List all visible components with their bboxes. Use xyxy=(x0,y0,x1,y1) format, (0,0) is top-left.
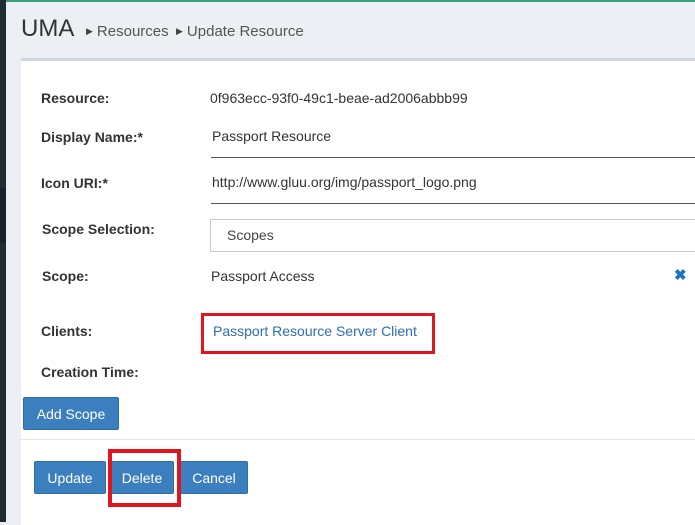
breadcrumb-label: Update Resource xyxy=(186,23,304,40)
icon-uri-label: Icon URI:* xyxy=(41,175,108,191)
resource-form-card: Resource: 0f963ecc-93f0-49c1-beae-ad2006… xyxy=(21,58,695,525)
cancel-button[interactable]: Cancel xyxy=(180,461,248,494)
caret-right-icon: ▶ xyxy=(86,26,93,36)
clients-highlight: Passport Resource Server Client xyxy=(201,313,435,354)
icon-uri-field[interactable]: http://www.gluu.org/img/passport_logo.pn… xyxy=(211,163,695,204)
client-link[interactable]: Passport Resource Server Client xyxy=(213,323,417,339)
form-divider xyxy=(21,439,695,440)
clients-label: Clients: xyxy=(41,323,93,339)
delete-highlight xyxy=(108,449,181,507)
add-scope-button[interactable]: Add Scope xyxy=(23,397,119,430)
scope-selection-select[interactable]: Scopes xyxy=(210,219,695,252)
display-name-field[interactable]: Passport Resource xyxy=(211,117,695,158)
content-header: UMA ▶ Resources ▶ Update Resource xyxy=(6,2,695,58)
breadcrumb-resources[interactable]: ▶ Resources xyxy=(86,23,169,40)
display-name-label: Display Name:* xyxy=(41,129,143,145)
scope-value: Passport Access xyxy=(211,268,315,284)
sidebar-edge xyxy=(0,0,6,522)
caret-right-icon: ▶ xyxy=(176,26,183,36)
icon-uri-value: http://www.gluu.org/img/passport_logo.pn… xyxy=(212,174,477,190)
scope-selection-value: Scopes xyxy=(227,227,274,243)
breadcrumb-label: Resources xyxy=(96,23,169,40)
page-title: UMA xyxy=(21,15,75,42)
close-icon[interactable]: ✖ xyxy=(674,266,687,284)
breadcrumb-update-resource: ▶ Update Resource xyxy=(176,23,304,40)
display-name-value: Passport Resource xyxy=(212,128,332,144)
scope-label: Scope: xyxy=(42,268,89,284)
creation-time-label: Creation Time: xyxy=(41,364,139,380)
update-button[interactable]: Update xyxy=(34,461,106,494)
resource-id-value: 0f963ecc-93f0-49c1-beae-ad2006abbb99 xyxy=(210,90,468,106)
sidebar-active-band xyxy=(0,188,6,243)
scope-selection-label: Scope Selection: xyxy=(42,221,155,237)
resource-label: Resource: xyxy=(41,90,110,106)
